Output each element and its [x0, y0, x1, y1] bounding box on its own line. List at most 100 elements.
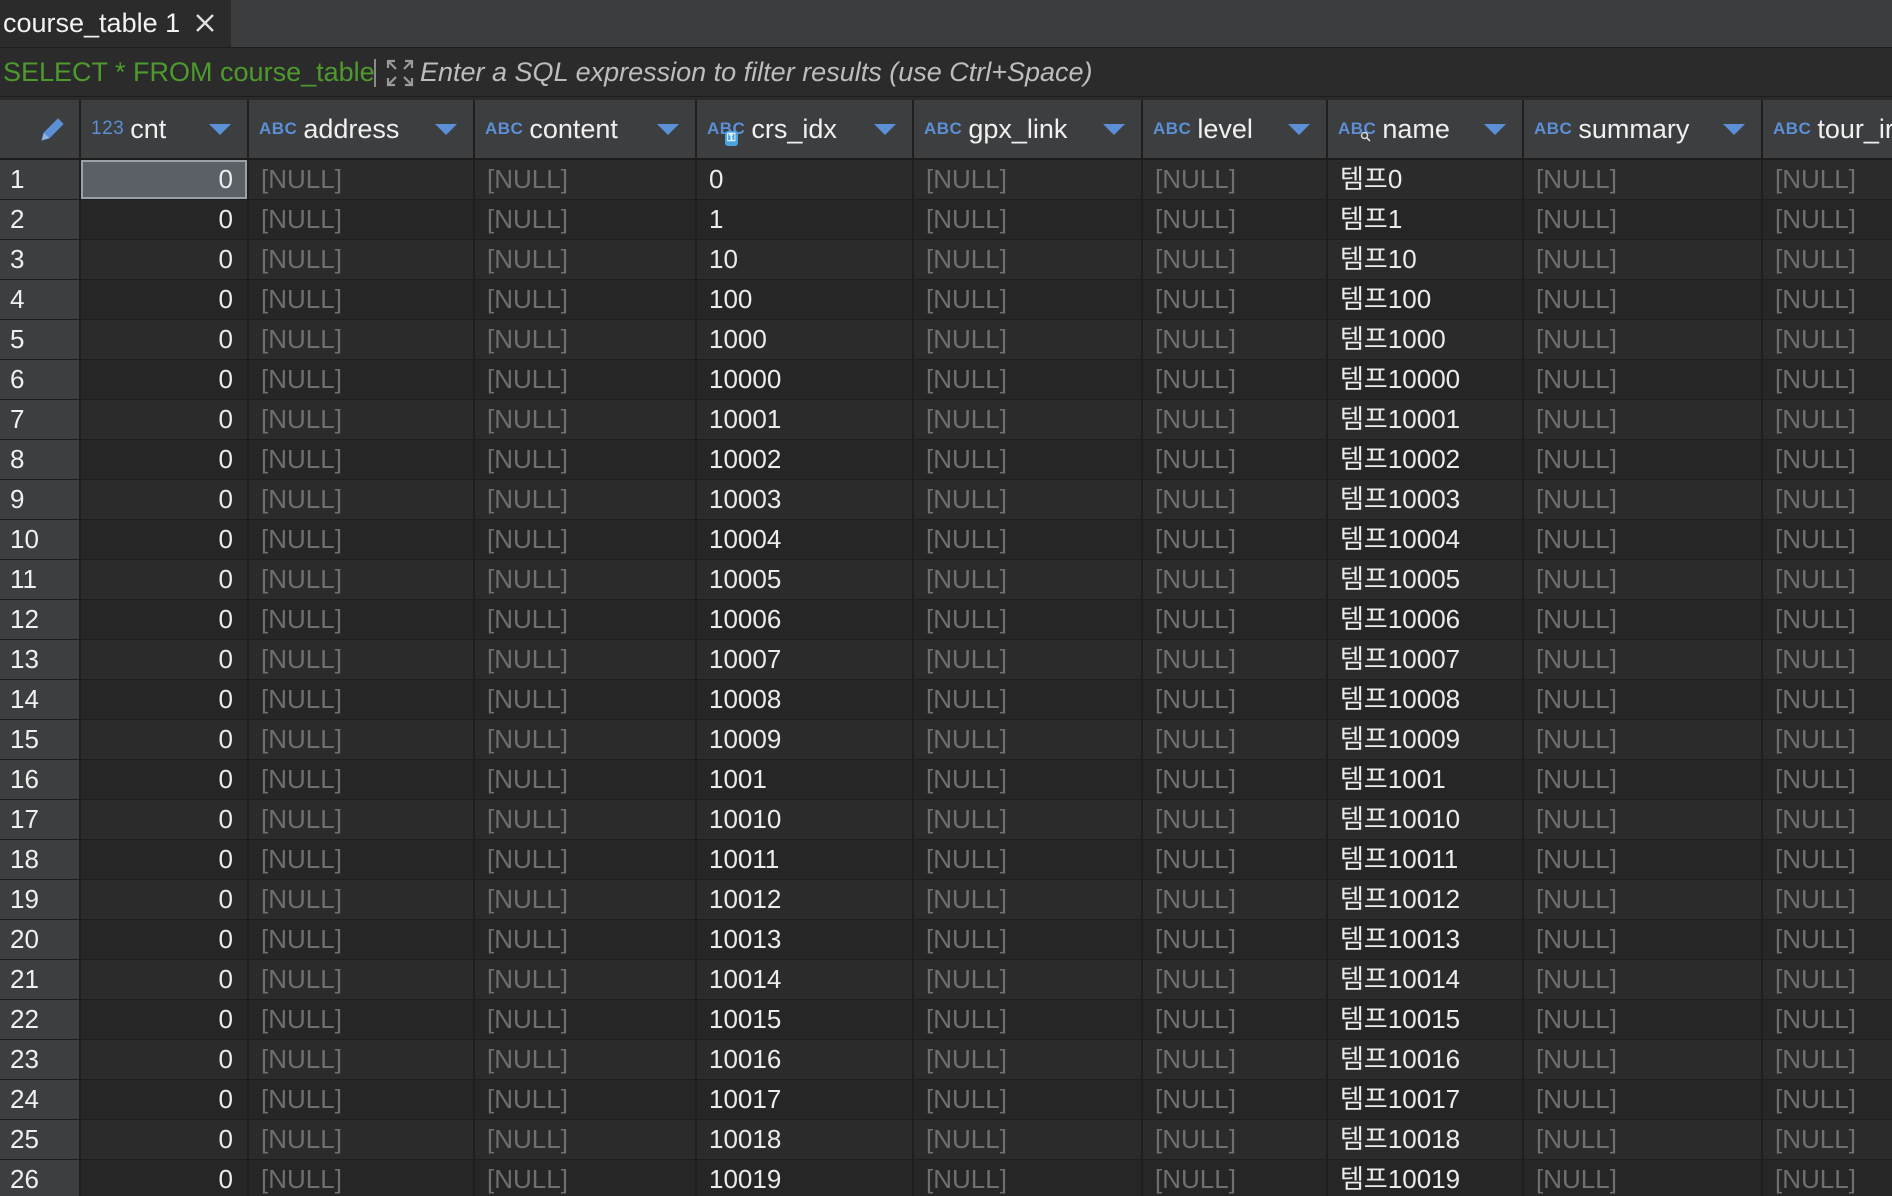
table-row[interactable]: 3 0 [NULL] [NULL] 10 [NULL] [NULL] 템프10 [NULL] [N… — [0, 240, 1892, 280]
cell-cnt[interactable]: 0 — [81, 760, 249, 799]
cell-name[interactable]: 템프10007 — [1328, 640, 1524, 679]
cell-name[interactable]: 템프10018 — [1328, 1120, 1524, 1159]
cell-crs-idx[interactable]: 10016 — [697, 1040, 914, 1079]
table-row[interactable]: 14 0 [NULL] [NULL] 10008 [NULL] [NULL] 템프10008[… — [0, 680, 1892, 720]
cell-gpx-link[interactable]: [NULL] — [914, 520, 1143, 559]
cell-level[interactable]: [NULL] — [1143, 880, 1328, 919]
expand-icon[interactable] — [385, 58, 415, 88]
row-number[interactable]: 9 — [0, 480, 81, 519]
cell-name[interactable]: 템프10015 — [1328, 1000, 1524, 1039]
cell-tour-ir[interactable]: [NULL] — [1763, 360, 1892, 399]
cell-crs-idx[interactable]: 10018 — [697, 1120, 914, 1159]
column-header-level[interactable]: ABC level — [1143, 100, 1328, 158]
cell-gpx-link[interactable]: [NULL] — [914, 280, 1143, 319]
row-number[interactable]: 6 — [0, 360, 81, 399]
cell-crs-idx[interactable]: 10007 — [697, 640, 914, 679]
cell-tour-ir[interactable]: [NULL] — [1763, 1000, 1892, 1039]
table-row[interactable]: 7 0 [NULL] [NULL] 10001 [NULL] [NULL] 템프10001 [N… — [0, 400, 1892, 440]
cell-tour-ir[interactable]: [NULL] — [1763, 520, 1892, 559]
cell-crs-idx[interactable]: 10015 — [697, 1000, 914, 1039]
cell-address[interactable]: [NULL] — [249, 600, 475, 639]
cell-cnt[interactable]: 0 — [81, 1120, 249, 1159]
cell-content[interactable]: [NULL] — [475, 160, 697, 199]
cell-name[interactable]: 템프10009 — [1328, 720, 1524, 759]
filter-dropdown-icon[interactable] — [874, 124, 896, 135]
cell-content[interactable]: [NULL] — [475, 440, 697, 479]
cell-level[interactable]: [NULL] — [1143, 480, 1328, 519]
close-icon[interactable] — [192, 10, 218, 36]
cell-content[interactable]: [NULL] — [475, 720, 697, 759]
cell-gpx-link[interactable]: [NULL] — [914, 1000, 1143, 1039]
cell-address[interactable]: [NULL] — [249, 360, 475, 399]
cell-name[interactable]: 템프10004 — [1328, 520, 1524, 559]
cell-crs-idx[interactable]: 10012 — [697, 880, 914, 919]
cell-address[interactable]: [NULL] — [249, 1040, 475, 1079]
cell-tour-ir[interactable]: [NULL] — [1763, 720, 1892, 759]
cell-address[interactable]: [NULL] — [249, 440, 475, 479]
cell-tour-ir[interactable]: [NULL] — [1763, 280, 1892, 319]
cell-level[interactable]: [NULL] — [1143, 280, 1328, 319]
cell-level[interactable]: [NULL] — [1143, 760, 1328, 799]
cell-name[interactable]: 템프10016 — [1328, 1040, 1524, 1079]
cell-address[interactable]: [NULL] — [249, 800, 475, 839]
cell-name[interactable]: 템프10000 — [1328, 360, 1524, 399]
column-header-crs-idx[interactable]: ABC ⚿ crs_idx — [697, 100, 914, 158]
cell-address[interactable]: [NULL] — [249, 880, 475, 919]
table-row[interactable]: 4 0 [NULL] [NULL] 100 [NULL] [NULL] 템프100 [NULL]… — [0, 280, 1892, 320]
filter-dropdown-icon[interactable] — [657, 124, 679, 135]
column-header-content[interactable]: ABC content — [475, 100, 697, 158]
table-row[interactable]: 24 0 [NULL] [NULL] 10017 [NULL] [NULL] 템프10017[… — [0, 1080, 1892, 1120]
cell-summary[interactable]: [NULL] — [1524, 200, 1763, 239]
column-header-gpx-link[interactable]: ABC gpx_link — [914, 100, 1143, 158]
cell-crs-idx[interactable]: 10003 — [697, 480, 914, 519]
row-number[interactable]: 22 — [0, 1000, 81, 1039]
table-row[interactable]: 2 0 [NULL] [NULL] 1 [NULL] [NULL] 템프1 [NULL] [NUL… — [0, 200, 1892, 240]
cell-summary[interactable]: [NULL] — [1524, 880, 1763, 919]
cell-level[interactable]: [NULL] — [1143, 320, 1328, 359]
cell-summary[interactable]: [NULL] — [1524, 240, 1763, 279]
row-number[interactable]: 7 — [0, 400, 81, 439]
cell-content[interactable]: [NULL] — [475, 320, 697, 359]
row-number[interactable]: 13 — [0, 640, 81, 679]
cell-crs-idx[interactable]: 10011 — [697, 840, 914, 879]
row-number[interactable]: 1 — [0, 160, 81, 199]
table-row[interactable]: 17 0 [NULL] [NULL] 10010 [NULL] [NULL] 템프10010[… — [0, 800, 1892, 840]
table-row[interactable]: 16 0 [NULL] [NULL] 1001 [NULL] [NULL] 템프1001 [NU… — [0, 760, 1892, 800]
cell-level[interactable]: [NULL] — [1143, 960, 1328, 999]
cell-tour-ir[interactable]: [NULL] — [1763, 560, 1892, 599]
cell-cnt[interactable]: 0 — [81, 1080, 249, 1119]
cell-address[interactable]: [NULL] — [249, 1080, 475, 1119]
cell-name[interactable]: 템프10003 — [1328, 480, 1524, 519]
cell-gpx-link[interactable]: [NULL] — [914, 1040, 1143, 1079]
cell-level[interactable]: [NULL] — [1143, 160, 1328, 199]
cell-crs-idx[interactable]: 10 — [697, 240, 914, 279]
row-number[interactable]: 23 — [0, 1040, 81, 1079]
cell-gpx-link[interactable]: [NULL] — [914, 760, 1143, 799]
cell-level[interactable]: [NULL] — [1143, 200, 1328, 239]
table-row[interactable]: 25 0 [NULL] [NULL] 10018 [NULL] [NULL] 템프10018[… — [0, 1120, 1892, 1160]
cell-gpx-link[interactable]: [NULL] — [914, 1160, 1143, 1196]
cell-summary[interactable]: [NULL] — [1524, 760, 1763, 799]
cell-address[interactable]: [NULL] — [249, 680, 475, 719]
row-number[interactable]: 8 — [0, 440, 81, 479]
cell-level[interactable]: [NULL] — [1143, 560, 1328, 599]
cell-content[interactable]: [NULL] — [475, 1080, 697, 1119]
cell-gpx-link[interactable]: [NULL] — [914, 560, 1143, 599]
cell-crs-idx[interactable]: 1001 — [697, 760, 914, 799]
row-number[interactable]: 5 — [0, 320, 81, 359]
table-row[interactable]: 21 0 [NULL] [NULL] 10014 [NULL] [NULL] 템프10014[… — [0, 960, 1892, 1000]
cell-tour-ir[interactable]: [NULL] — [1763, 1080, 1892, 1119]
cell-summary[interactable]: [NULL] — [1524, 280, 1763, 319]
filter-dropdown-icon[interactable] — [1484, 124, 1506, 135]
row-number[interactable]: 19 — [0, 880, 81, 919]
row-number[interactable]: 10 — [0, 520, 81, 559]
cell-address[interactable]: [NULL] — [249, 720, 475, 759]
cell-level[interactable]: [NULL] — [1143, 800, 1328, 839]
column-header-tour-ir[interactable]: ABC tour_ir — [1763, 100, 1892, 158]
cell-gpx-link[interactable]: [NULL] — [914, 920, 1143, 959]
table-row[interactable]: 8 0 [NULL] [NULL] 10002 [NULL] [NULL] 템프10002 [N… — [0, 440, 1892, 480]
cell-name[interactable]: 템프10013 — [1328, 920, 1524, 959]
cell-content[interactable]: [NULL] — [475, 960, 697, 999]
cell-crs-idx[interactable]: 10006 — [697, 600, 914, 639]
cell-summary[interactable]: [NULL] — [1524, 520, 1763, 559]
